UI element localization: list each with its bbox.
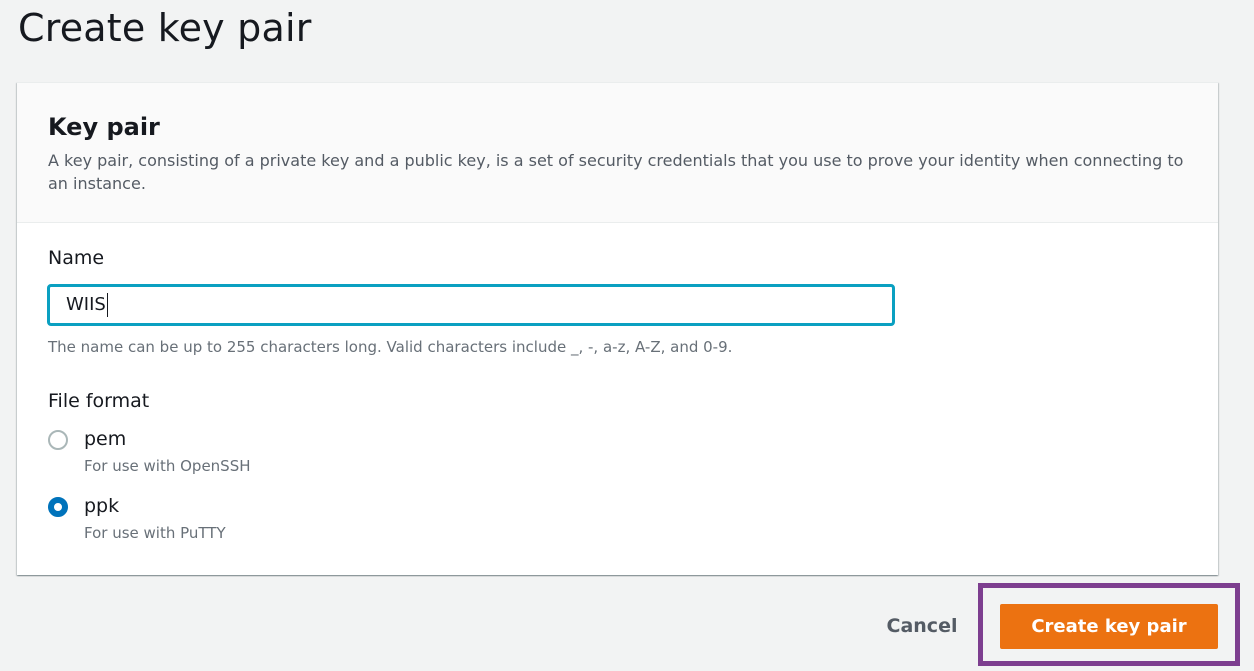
name-input-value: WIIS <box>66 294 106 315</box>
file-format-label: File format <box>48 390 150 412</box>
name-hint: The name can be up to 255 characters lon… <box>48 338 733 356</box>
panel-description: A key pair, consisting of a private key … <box>48 151 1184 193</box>
radio-option-ppk[interactable]: ppk For use with PuTTY <box>48 495 448 545</box>
panel-title: Key pair <box>48 113 160 141</box>
key-pair-panel: Key pair A key pair, consisting of a pri… <box>17 82 1218 575</box>
radio-description-pem: For use with OpenSSH <box>84 457 251 475</box>
radio-label-ppk: ppk <box>84 495 120 517</box>
radio-button-pem[interactable] <box>48 430 68 450</box>
radio-button-ppk[interactable] <box>48 497 68 517</box>
page-title: Create key pair <box>18 6 312 50</box>
name-input[interactable]: WIIS <box>47 284 895 326</box>
text-caret <box>106 293 108 317</box>
create-key-pair-button[interactable]: Create key pair <box>1000 604 1218 649</box>
radio-label-pem: pem <box>84 428 127 450</box>
panel-header: Key pair A key pair, consisting of a pri… <box>17 83 1218 223</box>
name-label: Name <box>48 247 105 269</box>
radio-option-pem[interactable]: pem For use with OpenSSH <box>48 428 448 478</box>
radio-description-ppk: For use with PuTTY <box>84 524 226 542</box>
cancel-button[interactable]: Cancel <box>874 609 970 643</box>
